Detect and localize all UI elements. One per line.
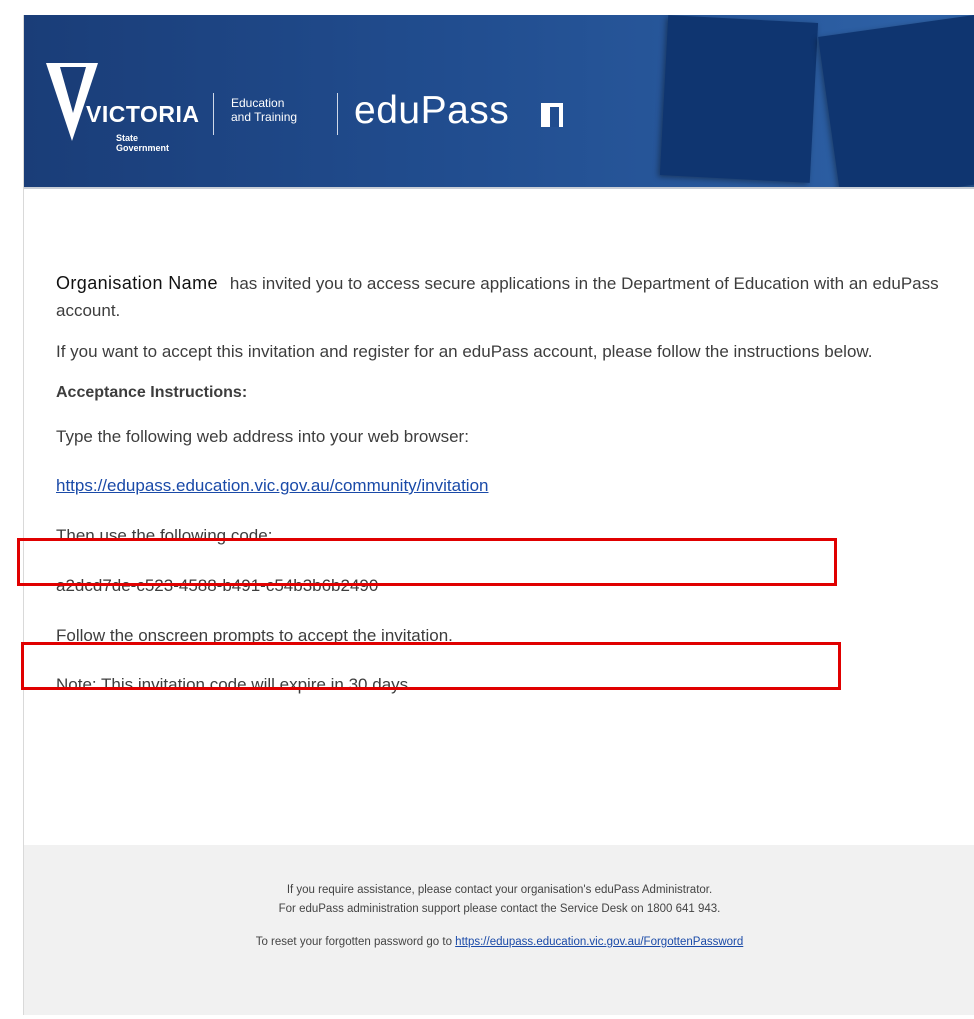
code-highlight-box — [21, 642, 841, 690]
invitation-url-link[interactable]: https://edupass.education.vic.gov.au/com… — [56, 476, 488, 495]
type-address-text: Type the following web address into your… — [56, 427, 469, 446]
instructions-heading: Acceptance Instructions: — [56, 384, 248, 401]
decorative-tile — [659, 15, 819, 183]
brand-sub-government: Government — [116, 143, 170, 153]
footer-reset-line: To reset your forgotten password go to h… — [24, 933, 974, 952]
email-footer: If you require assistance, please contac… — [24, 845, 974, 1015]
victoria-government-logo: VICTORIA State Government — [46, 55, 206, 153]
invitation-body: Organisation Name has invited you to acce… — [56, 270, 956, 698]
victoria-triangle-icon — [46, 63, 98, 141]
product-name: eduPass — [354, 89, 510, 132]
edupass-logo-icon — [541, 103, 563, 127]
email-header-banner: VICTORIA State Government Education and … — [24, 15, 974, 187]
header-divider — [213, 93, 214, 135]
email-container: VICTORIA State Government Education and … — [17, 15, 974, 1015]
intro-paragraph: Organisation Name has invited you to acce… — [56, 270, 956, 324]
url-highlight-box — [17, 538, 837, 586]
accept-paragraph: If you want to accept this invitation an… — [56, 342, 873, 361]
department-line-1: Education — [231, 96, 285, 110]
footer-service-desk-text: For eduPass administration support pleas… — [278, 903, 721, 915]
footer-reset-text: To reset your forgotten password go to — [255, 936, 452, 948]
header-divider — [337, 93, 338, 135]
footer-assistance-text: If you require assistance, please contac… — [286, 884, 713, 896]
brand-sub-state: State — [116, 133, 139, 143]
header-divider-line — [24, 187, 974, 189]
decorative-tile — [818, 15, 974, 187]
invitation-url-paragraph: https://edupass.education.vic.gov.au/com… — [56, 472, 956, 499]
organisation-name: Organisation Name — [56, 273, 218, 293]
forgotten-password-link[interactable]: https://edupass.education.vic.gov.au/For… — [455, 936, 743, 948]
brand-name: VICTORIA — [86, 101, 200, 127]
department-name: Education and Training — [231, 96, 297, 124]
brand-subtitle: State Government — [116, 133, 169, 153]
department-line-2: and Training — [231, 110, 298, 124]
